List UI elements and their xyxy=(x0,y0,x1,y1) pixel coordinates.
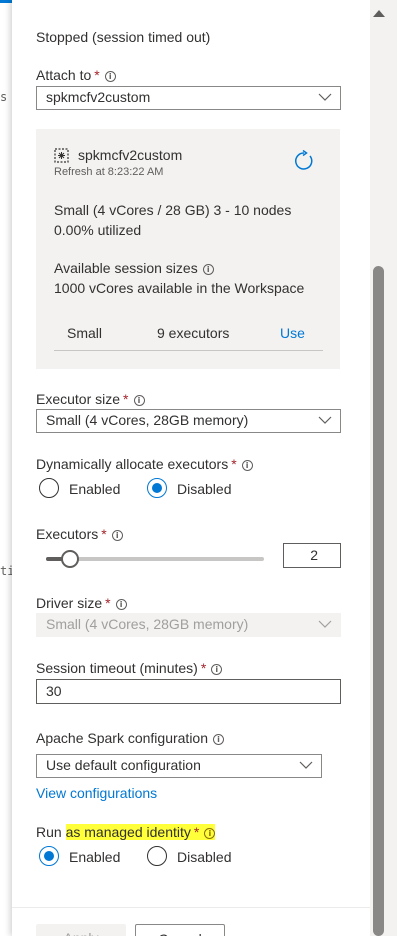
available-sizes-heading: Available session sizes i xyxy=(54,260,214,276)
attach-to-dropdown[interactable]: spkmcfv2custom xyxy=(36,86,341,110)
managed-identity-enabled-label: Enabled xyxy=(69,849,121,865)
dynamic-allocate-disabled-label: Disabled xyxy=(177,481,232,497)
info-icon[interactable]: i xyxy=(213,734,224,745)
managed-identity-disabled-label: Disabled xyxy=(177,849,232,865)
view-configurations-link[interactable]: View configurations xyxy=(36,785,157,801)
required-mark: * xyxy=(101,526,107,542)
info-icon[interactable]: i xyxy=(241,460,253,471)
chevron-down-icon xyxy=(318,620,332,628)
executors-number-input[interactable]: 2 xyxy=(283,543,341,568)
spark-pool-icon xyxy=(54,148,69,163)
executor-size-label: Executor size * i xyxy=(36,391,145,407)
spark-config-dropdown[interactable]: Use default configuration xyxy=(36,754,322,778)
required-mark: * xyxy=(105,595,111,611)
refresh-timestamp: Refresh at 8:23:22 AM xyxy=(54,166,164,178)
executor-size-selected-value: Small (4 vCores, 28GB memory) xyxy=(46,412,249,428)
dynamic-allocate-enabled-label: Enabled xyxy=(69,481,121,497)
required-mark: * xyxy=(123,391,129,407)
scrollbar-thumb[interactable] xyxy=(373,266,384,936)
dynamic-allocate-enabled-radio[interactable] xyxy=(39,478,59,498)
background-text-fragment: s xyxy=(0,90,8,104)
session-size-executors: 9 executors xyxy=(157,325,230,341)
required-mark: * xyxy=(193,824,200,840)
executors-label: Executors * i xyxy=(36,526,123,542)
chevron-down-icon xyxy=(318,93,332,101)
available-sizes-text: 1000 vCores available in the Workspace xyxy=(54,280,305,296)
background-page: s ti xyxy=(0,0,14,936)
scroll-up-arrow-icon[interactable] xyxy=(373,10,385,17)
required-mark: * xyxy=(231,456,237,472)
driver-size-dropdown: Small (4 vCores, 28GB memory) xyxy=(36,613,341,637)
executor-size-dropdown[interactable]: Small (4 vCores, 28GB memory) xyxy=(36,409,341,433)
required-mark: * xyxy=(200,660,207,676)
info-icon[interactable]: i xyxy=(133,395,145,406)
chevron-down-icon xyxy=(299,761,313,769)
info-icon[interactable]: i xyxy=(211,664,223,675)
attach-to-label: Attach to * i xyxy=(36,67,116,83)
use-size-link[interactable]: Use xyxy=(280,325,305,341)
dynamic-allocate-disabled-radio[interactable] xyxy=(147,478,167,498)
pool-name: spkmcfv2custom xyxy=(78,147,183,163)
session-timeout-label: Session timeout (minutes) * i xyxy=(36,660,223,676)
required-mark: * xyxy=(94,67,100,83)
dynamic-allocate-label: Dynamically allocate executors * i xyxy=(36,456,253,472)
driver-size-label: Driver size * i xyxy=(36,595,127,611)
cancel-button[interactable]: Cancel xyxy=(135,924,225,936)
session-timeout-input[interactable]: 30 xyxy=(36,679,341,704)
info-icon[interactable]: i xyxy=(204,828,216,839)
table-divider xyxy=(54,350,323,351)
executors-slider-thumb[interactable] xyxy=(60,550,79,568)
managed-identity-highlighted-text: as managed identity * i xyxy=(65,824,216,840)
pool-size-text: Small (4 vCores / 28 GB) 3 - 10 nodes xyxy=(54,202,292,218)
spark-config-label: Apache Spark configuration i xyxy=(36,730,224,746)
info-icon[interactable]: i xyxy=(115,599,127,610)
managed-identity-disabled-radio[interactable] xyxy=(147,846,167,866)
attach-to-selected-value: spkmcfv2custom xyxy=(46,89,151,105)
managed-identity-enabled-radio[interactable] xyxy=(39,846,59,866)
info-icon[interactable]: i xyxy=(104,71,116,82)
managed-identity-label: Run as managed identity * i xyxy=(36,824,216,840)
apply-button[interactable]: Apply xyxy=(36,924,126,936)
driver-size-selected-value: Small (4 vCores, 28GB memory) xyxy=(46,616,249,632)
session-size-name: Small xyxy=(67,325,103,341)
info-icon[interactable]: i xyxy=(111,530,123,541)
session-status-text: Stopped (session timed out) xyxy=(36,29,211,45)
spark-config-selected-value: Use default configuration xyxy=(46,757,201,773)
chevron-down-icon xyxy=(318,416,332,424)
pool-utilization-text: 0.00% utilized xyxy=(54,222,142,238)
refresh-icon[interactable] xyxy=(293,150,315,172)
info-icon[interactable]: i xyxy=(202,264,214,275)
footer-divider xyxy=(12,907,370,908)
